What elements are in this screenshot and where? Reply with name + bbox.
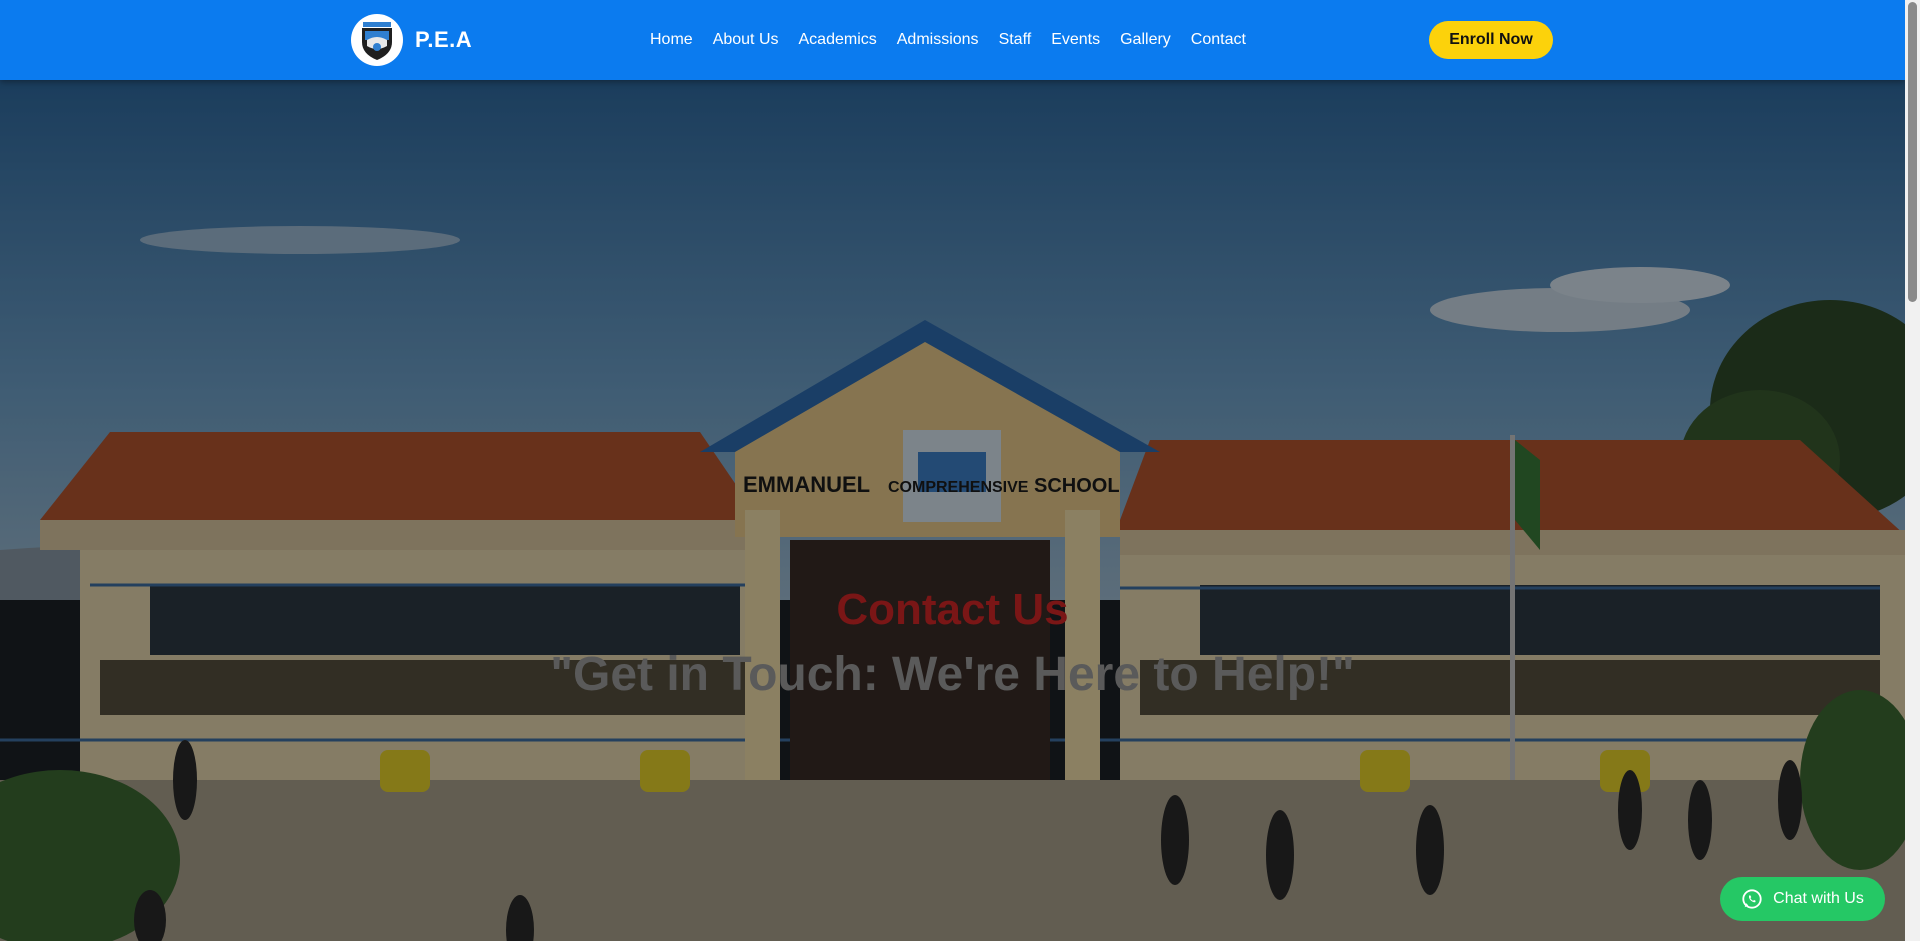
site-header: P.E.A Home About Us Academics Admissions…	[0, 0, 1905, 80]
school-crest-icon[interactable]	[351, 14, 403, 66]
hero-subtitle: "Get in Touch: We're Here to Help!"	[550, 648, 1355, 701]
nav-home[interactable]: Home	[650, 31, 693, 49]
brand-name: P.E.A	[415, 27, 473, 52]
main-nav: Home About Us Academics Admissions Staff…	[650, 0, 1246, 80]
nav-academics[interactable]: Academics	[799, 31, 877, 49]
chat-label: Chat with Us	[1773, 890, 1864, 907]
scrollbar-thumb[interactable]	[1908, 2, 1917, 302]
nav-admissions[interactable]: Admissions	[897, 31, 979, 49]
page-scrollbar[interactable]	[1905, 0, 1920, 941]
nav-contact[interactable]: Contact	[1191, 31, 1246, 49]
nav-staff[interactable]: Staff	[999, 31, 1032, 49]
enroll-now-button[interactable]: Enroll Now	[1429, 21, 1553, 59]
hero-section: EMMANUEL COMPREHENSIVE SCHOOL Contact Us…	[0, 80, 1905, 941]
nav-about-us[interactable]: About Us	[713, 31, 779, 49]
hero-dark-overlay	[0, 80, 1905, 941]
hero-title: Contact Us	[836, 585, 1069, 634]
brand[interactable]: P.E.A	[351, 14, 472, 66]
nav-events[interactable]: Events	[1051, 31, 1100, 49]
nav-gallery[interactable]: Gallery	[1120, 31, 1171, 49]
whatsapp-icon	[1741, 888, 1763, 910]
chat-with-us-button[interactable]: Chat with Us	[1720, 877, 1885, 921]
